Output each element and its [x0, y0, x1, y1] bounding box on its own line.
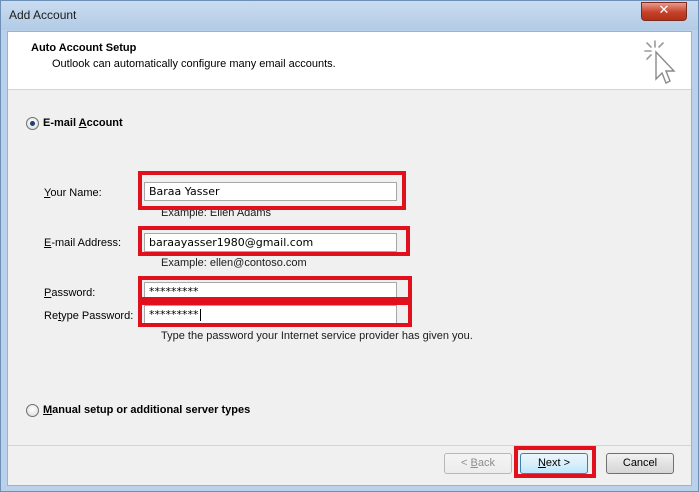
highlight-email	[138, 226, 410, 256]
add-account-window: Add Account ✕ Auto Account Setup Outlook…	[0, 0, 699, 492]
page-title: Auto Account Setup	[31, 42, 137, 54]
highlight-password	[138, 276, 412, 301]
password-label: Password:	[44, 287, 96, 299]
email-address-label: E-mail Address:	[44, 237, 122, 249]
wizard-header: Auto Account Setup Outlook can automatic…	[8, 32, 691, 90]
highlight-retype-password	[138, 301, 412, 327]
retype-password-label: Retype Password:	[44, 310, 134, 322]
manual-setup-radio[interactable]	[26, 404, 39, 417]
highlight-your-name	[138, 171, 406, 210]
title-bar: Add Account ✕	[1, 1, 698, 30]
back-button[interactable]: < Back	[444, 453, 512, 474]
radio-selected-dot	[30, 121, 35, 126]
close-button[interactable]: ✕	[641, 2, 687, 21]
close-icon: ✕	[658, 3, 670, 18]
email-account-label[interactable]: E-mail Account	[43, 117, 123, 129]
highlight-next-button	[514, 446, 596, 478]
cancel-button[interactable]: Cancel	[606, 453, 674, 474]
manual-setup-label[interactable]: Manual setup or additional server types	[43, 404, 250, 416]
email-account-radio[interactable]	[26, 117, 39, 130]
wizard-cursor-icon	[644, 40, 676, 84]
window-title: Add Account	[9, 8, 77, 22]
your-name-label: Your Name:	[44, 187, 102, 199]
password-hint: Type the password your Internet service …	[161, 330, 473, 342]
wizard-client-area: Auto Account Setup Outlook can automatic…	[7, 31, 692, 486]
email-address-example: Example: ellen@contoso.com	[161, 257, 307, 269]
page-subtitle: Outlook can automatically configure many…	[52, 58, 336, 70]
